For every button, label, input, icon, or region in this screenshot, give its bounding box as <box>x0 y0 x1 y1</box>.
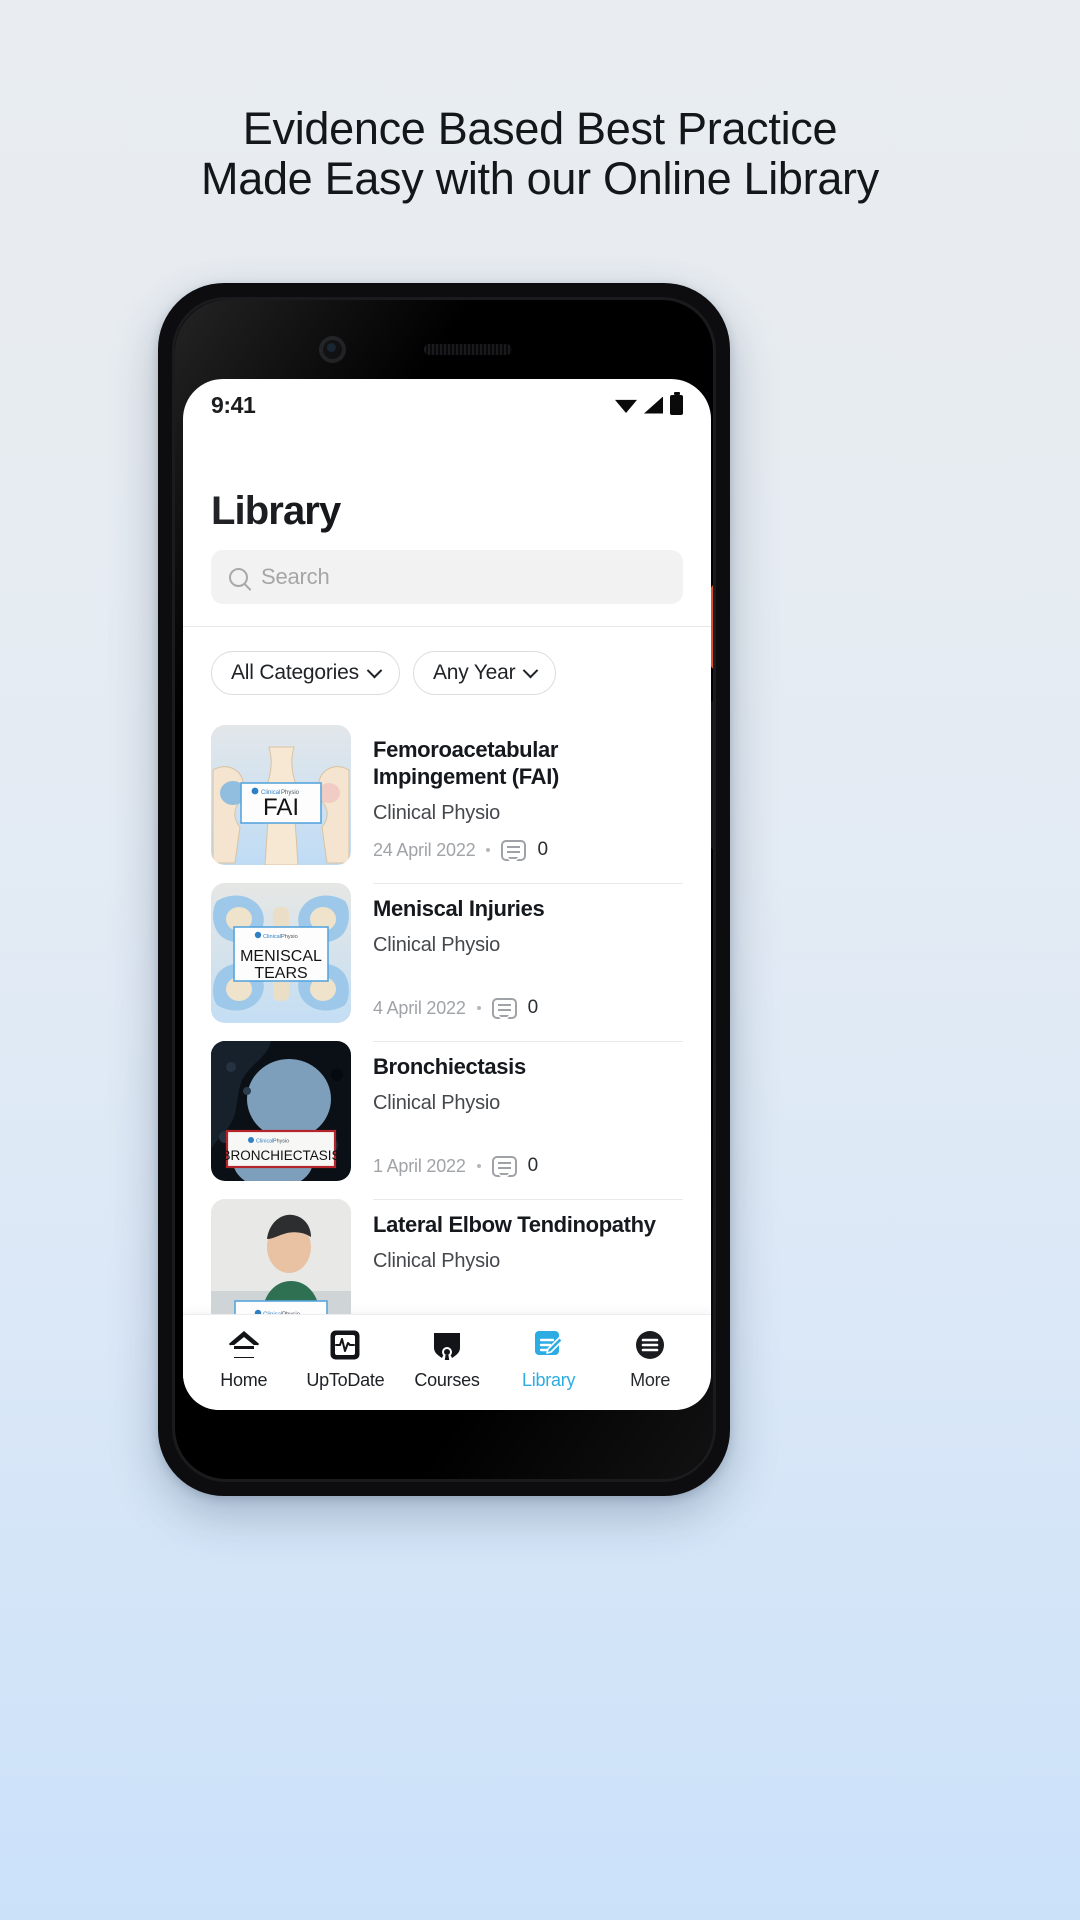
nav-label-library: Library <box>521 1370 576 1390</box>
home-icon <box>227 1328 261 1362</box>
comment-count: 0 <box>527 1155 539 1176</box>
nav-item-home[interactable]: Home <box>193 1328 295 1391</box>
svg-text:Physio: Physio <box>273 1139 289 1145</box>
nav-label-uptodate: UpToDate <box>306 1370 385 1390</box>
article-author: Clinical Physio <box>373 1091 501 1114</box>
search-icon <box>229 567 248 587</box>
article-footer: 4 April 2022 0 <box>373 997 683 1023</box>
monitor-pulse-icon <box>329 1328 361 1362</box>
nav-item-courses[interactable]: Courses <box>396 1328 498 1391</box>
article-meta: Bronchiectasis Clinical Physio 1 April 2… <box>373 1041 683 1181</box>
nav-label-more: More <box>630 1370 671 1390</box>
list-item[interactable]: Clinical Physio MENISCAL TEARS Meniscal … <box>211 865 683 1023</box>
svg-text:Clinical: Clinical <box>263 934 281 940</box>
svg-text:BRONCHIECTASIS: BRONCHIECTASIS <box>221 1148 340 1163</box>
earpiece-speaker-icon <box>424 344 512 355</box>
filter-any-year-label: Any Year <box>432 661 516 684</box>
article-meta: Meniscal Injuries Clinical Physio 4 Apri… <box>373 883 683 1023</box>
article-title[interactable]: Meniscal Injuries <box>373 886 683 923</box>
filter-all-categories-label: All Categories <box>231 661 359 684</box>
svg-text:Physio: Physio <box>281 934 298 940</box>
article-thumbnail: Clinical Physio <box>211 1199 351 1314</box>
list-item[interactable]: Clinical Physio BRONCHIECTASIS Bronchiec… <box>211 1023 683 1181</box>
article-meta: Lateral Elbow Tendinopathy Clinical Phys… <box>373 1199 683 1314</box>
volume-button[interactable] <box>711 700 713 850</box>
comment-icon <box>491 997 517 1019</box>
search-input[interactable]: Search <box>211 550 683 604</box>
chevron-down-icon <box>523 662 539 678</box>
status-icon-group <box>615 392 683 415</box>
svg-text:Clinical: Clinical <box>256 1139 273 1145</box>
comment-count: 0 <box>537 839 549 860</box>
library-header: Library Search <box>183 431 711 627</box>
front-camera-icon <box>319 336 346 363</box>
article-title[interactable]: Lateral Elbow Tendinopathy <box>373 1202 683 1239</box>
article-date: 24 April 2022 <box>373 839 476 860</box>
headline-line-2: Made Easy with our Online Library <box>201 153 879 205</box>
separator-dot <box>486 848 491 852</box>
svg-text:FAI: FAI <box>263 794 299 821</box>
article-title[interactable]: Femoroacetabular Impingement (FAI) <box>373 727 683 791</box>
comment-icon <box>501 839 527 861</box>
article-list[interactable]: Clinical Physio FAI Femoroacetabular Imp… <box>183 707 711 1314</box>
nav-item-library[interactable]: Library <box>498 1328 600 1391</box>
status-time: 9:41 <box>211 391 256 418</box>
phone-mockup: 9:41 Library Search All Categories Any Y… <box>158 283 730 1496</box>
article-thumbnail: Clinical Physio MENISCAL TEARS <box>211 883 351 1023</box>
list-item[interactable]: Clinical Physio Lateral Elbow Tendinopat… <box>211 1181 683 1314</box>
separator-dot <box>476 1164 481 1168</box>
svg-text:Physio: Physio <box>282 1312 301 1314</box>
bottom-navigation: Home UpToDate Courses Library More <box>183 1314 711 1410</box>
filter-any-year[interactable]: Any Year <box>412 651 557 695</box>
comment-icon <box>491 1155 517 1177</box>
article-title[interactable]: Bronchiectasis <box>373 1044 683 1081</box>
promo-headline: Evidence Based Best Practice Made Easy w… <box>0 103 1080 205</box>
filter-all-categories[interactable]: All Categories <box>211 651 400 695</box>
article-footer: 24 April 2022 0 <box>373 839 683 865</box>
separator-dot <box>476 1006 481 1010</box>
comment-count: 0 <box>527 997 539 1018</box>
article-author: Clinical Physio <box>373 933 501 956</box>
article-footer: 1 April 2022 0 <box>373 1155 683 1181</box>
phone-screen: 9:41 Library Search All Categories Any Y… <box>183 379 711 1410</box>
nav-item-more[interactable]: More <box>599 1328 701 1391</box>
article-thumbnail: Clinical Physio BRONCHIECTASIS <box>211 1041 351 1181</box>
article-meta: Femoroacetabular Impingement (FAI) Clini… <box>373 725 683 865</box>
article-author: Clinical Physio <box>373 801 501 824</box>
svg-text:TEARS: TEARS <box>254 965 307 982</box>
search-placeholder: Search <box>261 564 330 589</box>
headline-line-1: Evidence Based Best Practice <box>242 103 838 154</box>
nav-label-home: Home <box>220 1370 268 1390</box>
menu-circle-icon <box>634 1328 666 1362</box>
power-button[interactable] <box>711 585 713 669</box>
phone-bezel: 9:41 Library Search All Categories Any Y… <box>172 297 716 1482</box>
article-thumbnail: Clinical Physio FAI <box>211 725 351 865</box>
nav-item-uptodate[interactable]: UpToDate <box>295 1328 397 1391</box>
svg-text:Clinical: Clinical <box>263 1312 282 1314</box>
filter-chip-row: All Categories Any Year <box>183 627 711 707</box>
nav-label-courses: Courses <box>414 1370 480 1390</box>
chevron-down-icon <box>366 662 383 678</box>
wifi-icon <box>615 399 637 413</box>
battery-icon <box>670 392 683 415</box>
list-item[interactable]: Clinical Physio FAI Femoroacetabular Imp… <box>211 707 683 865</box>
article-author: Clinical Physio <box>373 1249 501 1272</box>
page-title: Library <box>211 489 341 533</box>
cellular-signal-icon <box>644 396 663 414</box>
status-bar: 9:41 <box>183 379 711 431</box>
article-date: 1 April 2022 <box>373 1155 466 1176</box>
edit-document-icon <box>533 1328 565 1362</box>
graduation-cap-icon <box>430 1328 464 1362</box>
svg-text:MENISCAL: MENISCAL <box>240 948 322 965</box>
article-date: 4 April 2022 <box>373 997 466 1018</box>
